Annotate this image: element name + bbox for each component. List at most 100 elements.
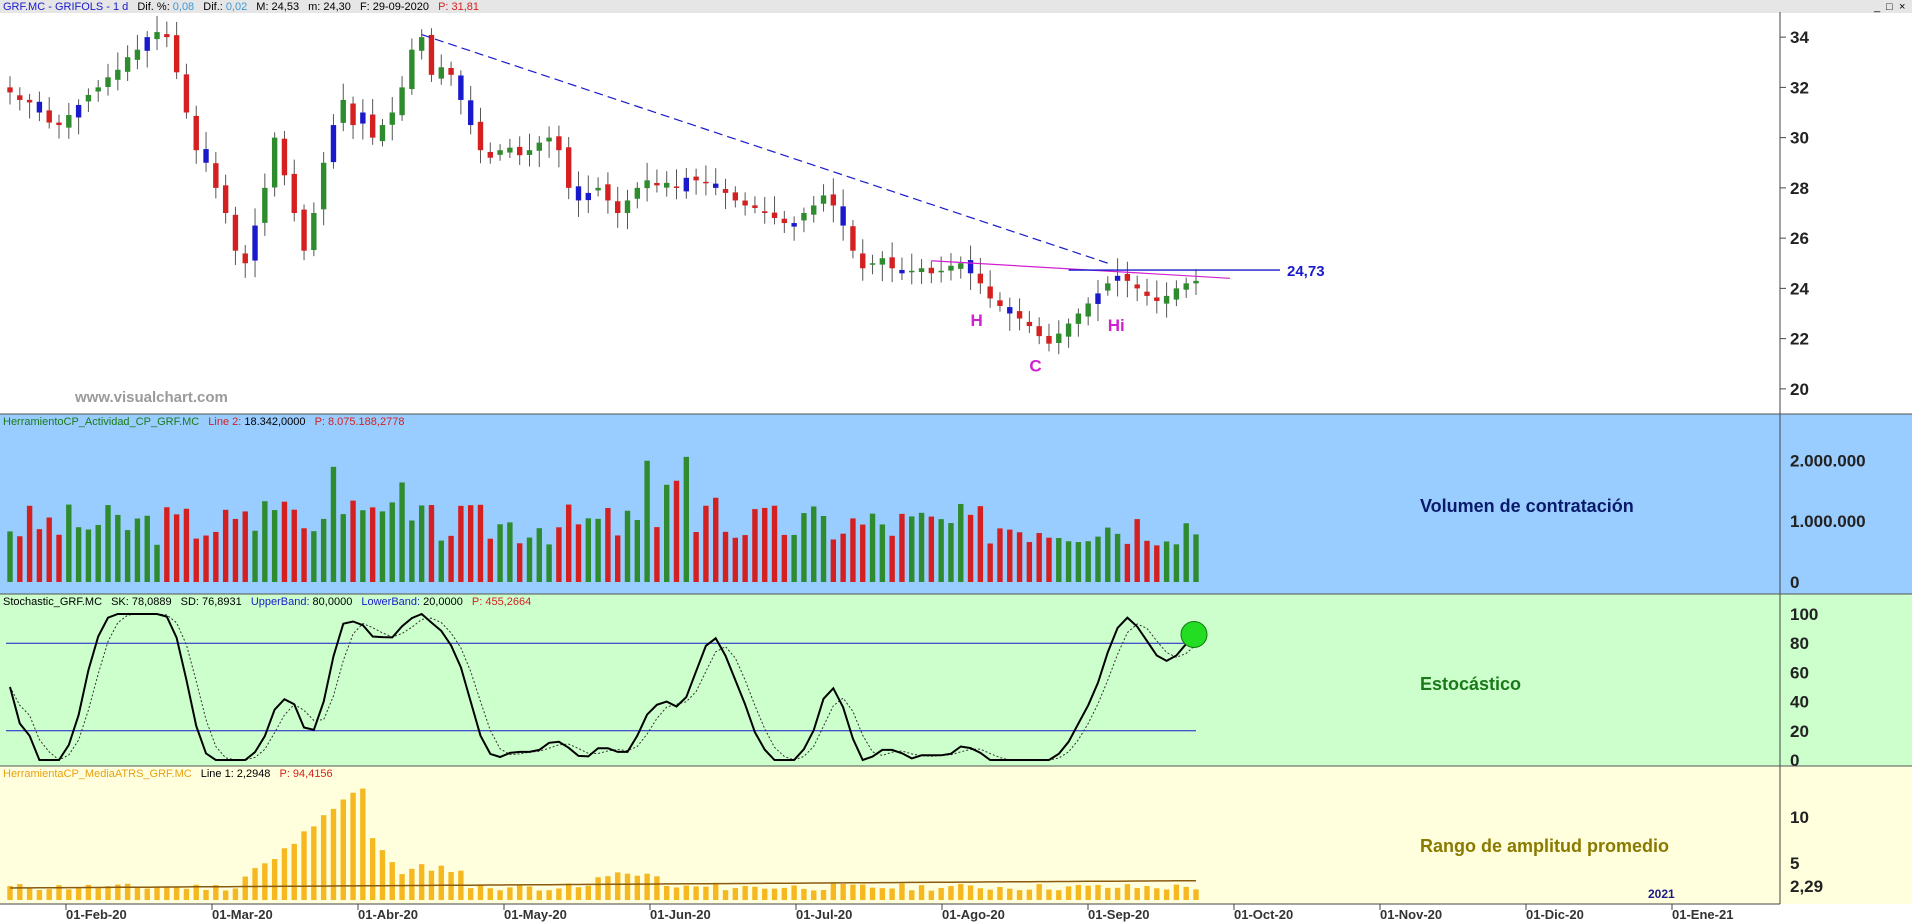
close-icon[interactable]: × — [1899, 1, 1905, 13]
atr-bar — [340, 799, 346, 900]
volume-bar — [173, 514, 180, 582]
candle-body — [75, 104, 82, 118]
atr-bar — [791, 885, 797, 900]
x-tick-label: 01-Abr-20 — [358, 907, 418, 922]
volume-bar — [526, 537, 533, 582]
volume-bar — [320, 518, 327, 582]
year-marker: 2021 — [1648, 887, 1675, 901]
volume-bar — [458, 505, 464, 582]
candle-body — [26, 99, 33, 103]
candle-body — [673, 186, 680, 188]
candle-body — [516, 146, 523, 156]
candle-body — [507, 147, 513, 153]
price-tick-label: 28 — [1790, 179, 1809, 198]
volume-bar — [909, 516, 915, 582]
volume-bar — [311, 531, 317, 582]
atr-bar — [311, 826, 317, 900]
atr-bar — [1183, 886, 1189, 900]
atr-bar — [830, 883, 837, 900]
atr-bar — [26, 888, 33, 900]
resistance-label: 24,73 — [1287, 263, 1325, 280]
candle-body — [7, 87, 13, 93]
stochastic-tick-label: 20 — [1790, 722, 1809, 741]
candle-body — [1085, 303, 1091, 317]
volume-bar — [713, 497, 719, 582]
atr-bar — [242, 876, 248, 900]
volume-bar — [546, 544, 552, 582]
atr-bar — [938, 887, 944, 900]
atr-bar — [771, 888, 778, 900]
candle-body — [918, 268, 925, 273]
candle-body — [781, 218, 788, 224]
volume-bar — [1026, 542, 1033, 582]
minimize-icon[interactable]: _ — [1873, 1, 1881, 13]
window-controls-main[interactable]: _ □ × — [1873, 1, 1905, 13]
candle-body — [1183, 283, 1189, 290]
candle-body — [105, 77, 111, 87]
candle-body — [595, 187, 601, 191]
candle-body — [477, 121, 484, 151]
volume-bar — [46, 517, 52, 582]
atr-title: Rango de amplitud promedio — [1420, 836, 1669, 856]
atr-bar — [546, 890, 552, 900]
atr-bar — [1065, 886, 1072, 900]
atr-bar — [1114, 887, 1121, 900]
volume-bar — [967, 514, 974, 582]
atr-bar — [556, 888, 562, 900]
volume-bar — [615, 535, 621, 582]
candle-body — [56, 122, 62, 126]
candle-body — [134, 49, 141, 60]
candle-body — [536, 142, 542, 151]
candle-body — [95, 87, 101, 92]
candle-body — [585, 192, 591, 201]
candle-body — [938, 270, 944, 273]
volume-bar — [997, 528, 1003, 582]
atr-bar — [918, 885, 925, 900]
atr-bar — [360, 788, 366, 900]
volume-bar — [1134, 519, 1140, 582]
atr-bar — [1105, 887, 1111, 900]
volume-bar — [497, 524, 503, 582]
atr-bar — [46, 889, 52, 900]
atr-bar — [673, 887, 680, 900]
volume-bar — [291, 509, 297, 582]
volume-bar — [1065, 541, 1072, 582]
candle-body — [565, 147, 572, 188]
volume-bar — [222, 509, 229, 582]
volume-bar — [585, 518, 591, 582]
volume-bar — [1036, 533, 1042, 582]
candle-body — [722, 189, 729, 193]
volume-tick-label: 2.000.000 — [1790, 451, 1866, 470]
volume-bar — [262, 501, 268, 582]
atr-bar — [1046, 889, 1052, 900]
volume-bar — [1016, 532, 1023, 582]
candle-body — [262, 187, 268, 223]
volume-bar — [1046, 537, 1052, 582]
stochastic-panel — [0, 594, 1912, 766]
stochastic-header: Stochastic_GRF.MC SK: 78,0889 SD: 76,8931 … — [3, 596, 531, 608]
atr-bar — [811, 890, 817, 900]
volume-bar — [66, 504, 72, 582]
atr-bar — [703, 886, 709, 900]
x-tick-label: 01-Oct-20 — [1234, 907, 1293, 922]
maximize-icon[interactable]: □ — [1886, 1, 1893, 13]
x-tick-label: 01-Dic-20 — [1526, 907, 1584, 922]
candle-body — [840, 206, 846, 226]
atr-bar — [526, 886, 533, 900]
atr-bar — [291, 843, 297, 900]
candle-body — [987, 286, 993, 299]
candle-body — [1026, 321, 1033, 327]
atr-bar — [801, 888, 807, 900]
pattern-label-h: H — [971, 311, 983, 330]
volume-bar — [1095, 536, 1101, 582]
candle-body — [487, 151, 493, 158]
atr-bar — [1193, 889, 1199, 900]
atr-bar — [516, 884, 523, 900]
volume-bar — [17, 536, 23, 582]
volume-bar — [634, 520, 641, 582]
volume-bar — [928, 516, 935, 582]
atr-bar — [840, 884, 846, 900]
atr-bar — [683, 885, 690, 900]
candle-body — [448, 68, 454, 75]
volume-bar — [1105, 527, 1111, 582]
